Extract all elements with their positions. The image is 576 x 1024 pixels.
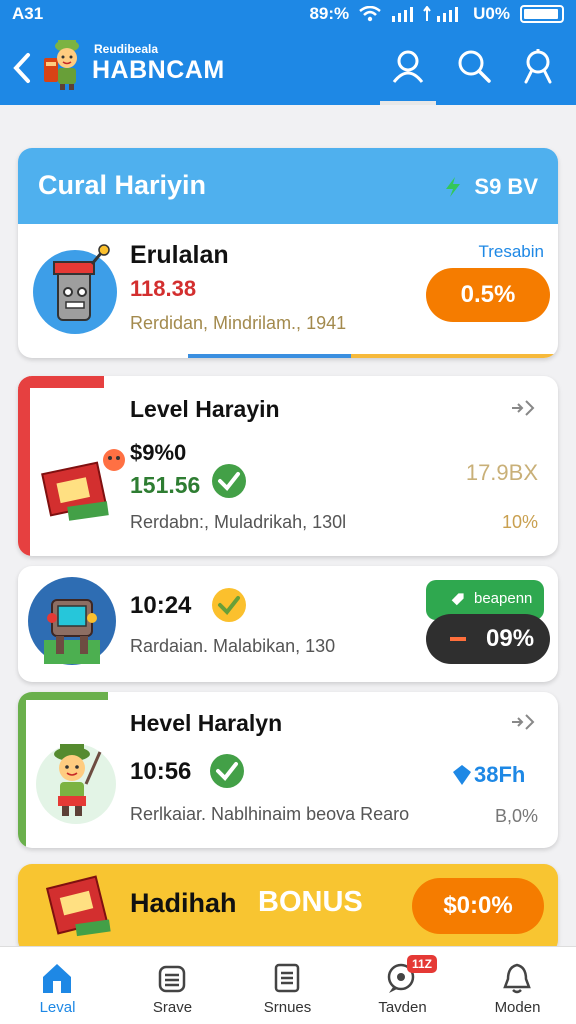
nav-label: Leval	[39, 999, 76, 1016]
featured-card-header: Cural Hariyin S9 BV	[18, 148, 558, 224]
status-time: A31	[12, 4, 44, 23]
list-item[interactable]: Level Harayin $9%0 151.56 Rerdabn:, Mula…	[18, 376, 558, 556]
wifi-icon	[359, 6, 381, 22]
app-header: A31 89:% U0% Reudibeala HABNCAM	[0, 0, 576, 105]
wallet-icon	[158, 965, 186, 993]
list-item-percent: $9%0	[130, 440, 187, 465]
checkmark-icon	[212, 588, 246, 622]
gift-box-icon	[41, 449, 125, 521]
list-item-meta: Rardaian. Malabikan, 130	[130, 636, 336, 656]
list-item-right-percent: 10%	[501, 512, 538, 532]
card-accent	[18, 692, 26, 848]
nav-item-srnues[interactable]: Srnues	[230, 947, 345, 1024]
featured-item-name: Erulalan	[130, 241, 229, 269]
list-item-pill-button[interactable]: 09%	[426, 614, 550, 664]
signal-icon-2	[423, 6, 459, 22]
notification-badge: 11Z	[407, 955, 437, 973]
list-item-right-value: 38Fh	[474, 762, 526, 787]
bell-icon	[503, 963, 531, 994]
back-button[interactable]	[8, 48, 36, 88]
featured-item-meta: Rerdidan, Mindrilam., 1941	[130, 313, 347, 333]
home-icon	[43, 964, 71, 993]
list-item[interactable]: 10:24 Rardaian. Malabikan, 130 beapenn 0…	[18, 566, 558, 682]
card-accent	[18, 376, 30, 556]
nav-item-srave[interactable]: Srave	[115, 947, 230, 1024]
card-accent-top	[18, 692, 108, 700]
bonus-pill-label: $0:0%	[443, 892, 513, 919]
featured-item-pill-label: 0.5%	[460, 281, 516, 308]
featured-card-title: Cural Hariyin	[38, 170, 207, 200]
list-item-meta: Rerdabn:, Muladrikah, 130l	[130, 512, 347, 532]
arrow-right-icon[interactable]	[510, 712, 538, 732]
page-title: HABNCAM	[92, 56, 225, 84]
mascot-avatar-icon	[44, 40, 79, 90]
card-accent-top	[18, 376, 104, 388]
list-item-name: Level Harayin	[130, 396, 280, 422]
user-icon[interactable]	[390, 48, 426, 84]
featured-item-value: 118.38	[130, 276, 197, 301]
bonus-card[interactable]: Hadihah BONUS $0:0%	[18, 864, 558, 954]
list-item-right-percent: B,0%	[494, 806, 538, 826]
status-icons: 89:% U0%	[309, 4, 564, 24]
brand-subtitle: Reudibeala	[94, 42, 159, 56]
status-right-percent: U0%	[473, 4, 510, 23]
profile-icon[interactable]	[520, 48, 556, 84]
list-item-value: 10:24	[130, 592, 192, 619]
list-item-value: 10:56	[130, 758, 192, 785]
diamond-icon	[453, 765, 471, 785]
battery-icon	[520, 5, 564, 23]
nav-label: Srnues	[263, 999, 312, 1016]
featured-card-badge: S9 BV	[474, 174, 538, 199]
list-item-meta: Rerlkaiar. Nablhinaim beova Rearo	[130, 804, 410, 824]
list-item-right-value: 17.9BX	[465, 460, 538, 485]
featured-card-progress	[188, 354, 558, 358]
minus-icon	[450, 637, 466, 641]
bonus-pill-button[interactable]: $0:0%	[412, 878, 544, 934]
list-item-pill-label: 09%	[486, 625, 535, 652]
bonus-label: Hadihah	[130, 888, 237, 918]
nav-label: Tavden	[378, 999, 427, 1016]
featured-item-pill-button[interactable]: 0.5%	[426, 268, 550, 322]
checkmark-icon	[210, 754, 244, 788]
character-avatar-icon	[36, 744, 116, 824]
lightning-icon	[446, 177, 460, 197]
list-item-tag-label: beapenn	[474, 590, 533, 607]
search-icon[interactable]	[456, 48, 492, 84]
featured-item-tag: Tresabin	[478, 242, 544, 261]
list-item-value: 151.56	[130, 472, 201, 498]
featured-card[interactable]: Cural Hariyin S9 BV Erulalan 118.38 Rerd…	[18, 148, 558, 358]
arrow-right-icon[interactable]	[510, 398, 538, 418]
tag-icon	[451, 593, 464, 606]
chevron-left-icon	[13, 53, 30, 83]
nav-item-leval[interactable]: Leval	[0, 947, 115, 1024]
checkmark-icon	[212, 464, 246, 498]
character-avatar-icon	[33, 244, 117, 334]
nav-label: Moden	[494, 999, 541, 1016]
bottom-navigation: Leval Srave Srnues 11Z Tavden Moden	[0, 946, 576, 1024]
gift-box-icon	[45, 875, 111, 937]
list-icon	[274, 963, 300, 993]
list-item[interactable]: Hevel Haralyn 10:56 Rerlkaiar. Nablhinai…	[18, 692, 558, 848]
list-item-name: Hevel Haralyn	[130, 710, 283, 736]
machine-avatar-icon	[28, 577, 116, 665]
nav-label: Srave	[152, 999, 193, 1016]
header-tab-indicator	[380, 101, 436, 105]
bonus-highlight: BONUS	[258, 886, 363, 918]
status-left-percent: 89:%	[309, 4, 350, 23]
nav-item-tavden[interactable]: 11Z Tavden	[345, 947, 460, 1024]
signal-icon	[392, 7, 414, 22]
status-bar: A31 89:% U0%	[0, 0, 576, 30]
nav-item-moden[interactable]: Moden	[460, 947, 575, 1024]
